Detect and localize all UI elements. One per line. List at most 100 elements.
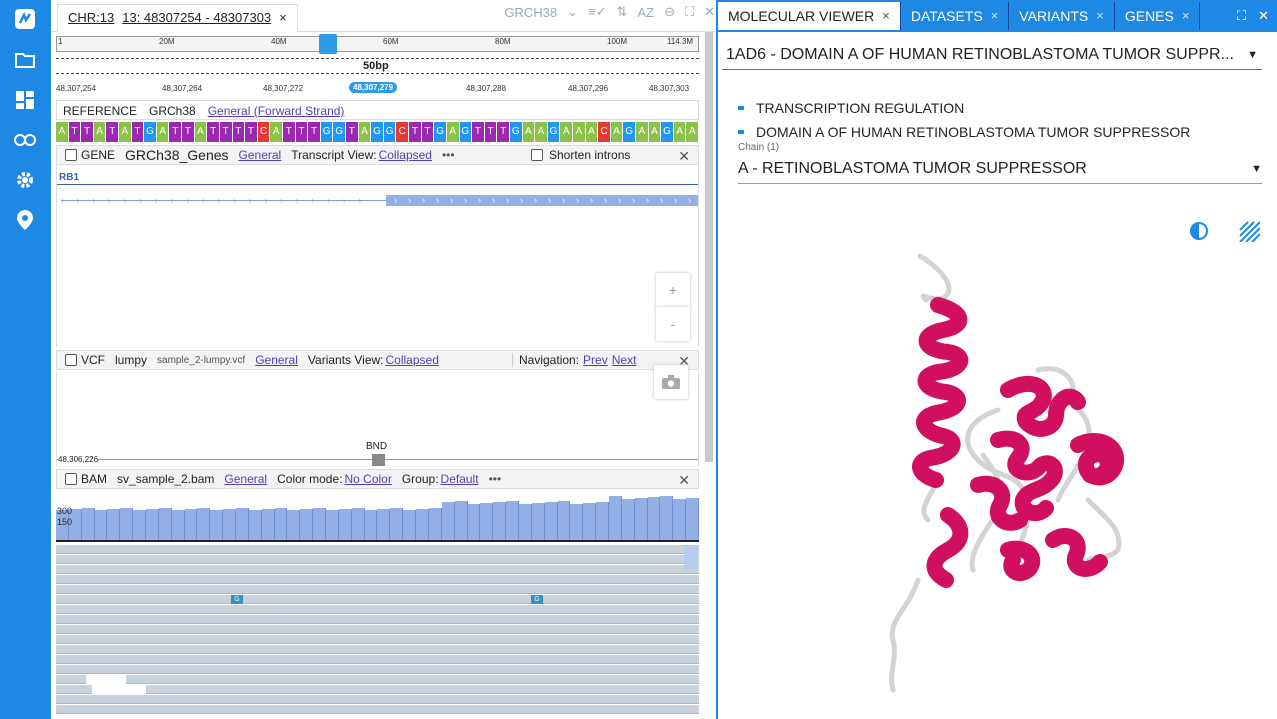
chain-select[interactable]: A - RETINOBLASTOMA TUMOR SUPPRESSOR ▼	[738, 156, 1262, 184]
nucleotide: T	[219, 122, 233, 142]
more-icon[interactable]: •••	[489, 472, 502, 486]
chevron-down-icon[interactable]: ⌄	[567, 4, 578, 20]
zoom-out-button[interactable]: -	[656, 307, 690, 341]
read-row[interactable]	[126, 675, 699, 684]
coverage-bar	[158, 508, 172, 540]
color-mode-link[interactable]: No Color	[344, 472, 391, 486]
read-row[interactable]	[56, 565, 699, 574]
read-row[interactable]	[56, 695, 699, 704]
protein-structure[interactable]	[848, 250, 1148, 700]
settings-icon[interactable]	[14, 169, 36, 191]
coverage-bar	[326, 510, 339, 540]
sort-icon[interactable]: ⇅	[617, 4, 628, 20]
read-row[interactable]	[56, 705, 699, 714]
coordinate-label: 48,307,264	[162, 84, 203, 93]
read-row[interactable]	[56, 655, 699, 664]
read-row[interactable]	[56, 595, 699, 604]
read-row[interactable]	[56, 585, 699, 594]
coverage-bar	[248, 510, 262, 540]
close-tab-icon[interactable]: ×	[1096, 8, 1104, 24]
coverage-bar	[416, 509, 429, 540]
read-row[interactable]	[56, 575, 699, 584]
read-row[interactable]	[56, 625, 699, 634]
fullscreen-icon[interactable]: ⛶	[1237, 8, 1246, 24]
chromosome-tab[interactable]: CHR:13 13: 48307254 - 48307303 ×	[57, 4, 298, 32]
contrast-icon[interactable]	[1188, 220, 1210, 242]
hatch-icon[interactable]	[1238, 220, 1260, 242]
mismatch-base[interactable]: G	[531, 595, 543, 604]
coverage-bar	[660, 496, 674, 540]
shorten-introns[interactable]: Shorten introns	[531, 148, 630, 162]
minus-circle-icon[interactable]: ⊖	[664, 4, 675, 20]
read-row[interactable]	[56, 615, 699, 624]
exon-block[interactable]: ›››››››››››››››››››››››››	[386, 195, 698, 206]
tab-datasets[interactable]: DATASETS ×	[900, 2, 1010, 30]
close-tab-icon[interactable]: ×	[991, 8, 999, 24]
transcript-view-link[interactable]: Collapsed	[379, 148, 432, 162]
pdb-select[interactable]: 1AD6 - DOMAIN A OF HUMAN RETINOBLASTOMA …	[722, 42, 1262, 70]
location-icon[interactable]	[14, 209, 36, 231]
general-link[interactable]: General	[239, 148, 282, 162]
shorten-introns-checkbox[interactable]	[531, 149, 543, 161]
general-link[interactable]: General	[224, 472, 267, 486]
genome-select[interactable]: GRCH38	[504, 5, 557, 20]
nucleotide: T	[346, 122, 359, 142]
close-tab-icon[interactable]: ×	[882, 8, 890, 24]
vcf-track-header: VCF lumpy sample_2-lumpy.vcf General Var…	[56, 350, 699, 370]
close-tab-icon[interactable]: ×	[1182, 8, 1190, 24]
prev-link[interactable]: Prev	[583, 353, 608, 367]
dashboard-icon[interactable]	[14, 89, 36, 111]
fullscreen-icon[interactable]: ⛶	[685, 4, 694, 20]
gene-track-checkbox[interactable]	[65, 149, 77, 161]
coverage-bar	[583, 503, 597, 540]
close-track-icon[interactable]: ✕	[678, 148, 690, 165]
ruler-position-marker[interactable]	[319, 34, 337, 54]
camera-button[interactable]	[654, 365, 688, 399]
bam-track-checkbox[interactable]	[65, 473, 77, 485]
read-row[interactable]	[56, 685, 92, 694]
coverage-bar	[261, 509, 275, 540]
logo-icon[interactable]	[14, 8, 36, 30]
gene-name[interactable]: RB1	[59, 172, 79, 183]
vertical-scrollbar[interactable]	[705, 32, 713, 462]
more-icon[interactable]: •••	[442, 148, 455, 162]
tab-molecular-viewer[interactable]: MOLECULAR VIEWER ×	[718, 2, 901, 30]
mismatch-base[interactable]: G	[231, 595, 243, 604]
coverage-bar	[531, 503, 545, 540]
close-panel-icon[interactable]: ✕	[704, 4, 715, 20]
read-row[interactable]	[146, 685, 699, 694]
range-label[interactable]: 13: 48307254 - 48307303	[122, 10, 271, 27]
vcf-track-checkbox[interactable]	[65, 354, 77, 366]
read-row[interactable]	[56, 545, 699, 554]
tab-variants[interactable]: VARIANTS ×	[1009, 2, 1115, 30]
close-panel-icon[interactable]: ✕	[1258, 8, 1269, 24]
tab-genes[interactable]: GENES ×	[1114, 2, 1201, 30]
sort-az-icon[interactable]: AZ	[637, 5, 654, 20]
ruler-tick: 114.3M	[667, 37, 694, 46]
variants-view-link[interactable]: Collapsed	[386, 353, 439, 367]
general-link[interactable]: General	[255, 353, 298, 367]
chr-label[interactable]: CHR:13	[68, 10, 114, 27]
read-row[interactable]	[56, 675, 86, 684]
read-row[interactable]	[56, 555, 699, 564]
link-icon[interactable]	[14, 129, 36, 151]
read-row[interactable]	[56, 665, 699, 674]
read-row[interactable]	[56, 605, 699, 614]
variant-marker[interactable]	[372, 454, 385, 466]
nucleotide: G	[144, 122, 157, 142]
nucleotide: A	[560, 122, 573, 142]
zoom-in-button[interactable]: +	[656, 273, 690, 307]
read-row[interactable]	[56, 645, 699, 654]
next-link[interactable]: Next	[612, 353, 637, 367]
read-row[interactable]	[56, 635, 699, 644]
select-all-icon[interactable]: ≡✓	[588, 4, 606, 20]
coverage-bar	[197, 508, 211, 540]
reference-strand-link[interactable]: General (Forward Strand)	[208, 104, 345, 118]
close-icon[interactable]: ×	[279, 10, 287, 27]
folder-icon[interactable]	[14, 49, 36, 71]
close-track-icon[interactable]: ✕	[678, 472, 690, 489]
chromosome-ruler[interactable]: 1 20M 40M 60M 80M 100M 114.3M	[56, 34, 699, 54]
ruler-tick: 80M	[495, 37, 511, 46]
read-highlight[interactable]	[684, 545, 698, 570]
group-link[interactable]: Default	[441, 472, 479, 486]
